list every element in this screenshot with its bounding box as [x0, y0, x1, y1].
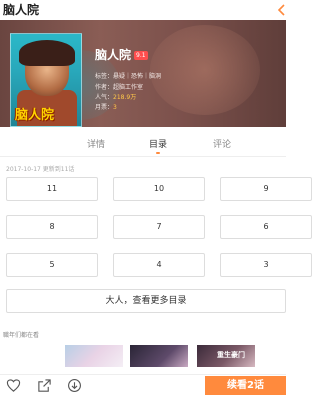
tags-label: 标签：	[95, 73, 114, 80]
recommend-item-title: 重生豪门	[217, 351, 245, 359]
recommend-label: 職年们都在看	[3, 332, 40, 339]
chapter-button[interactable]: 5	[6, 253, 98, 277]
page-title: 脑人院	[3, 3, 40, 17]
active-tab-indicator	[156, 152, 160, 154]
chapter-button[interactable]: 7	[113, 215, 205, 239]
manga-tags: 标签：悬疑｜恐怖｜脑洞	[95, 71, 161, 80]
chapter-button[interactable]: 3	[220, 253, 312, 277]
cover-title-text: 脑人院	[15, 108, 55, 123]
author-value: 超脑工作室	[113, 84, 144, 91]
heart-icon[interactable]	[6, 378, 21, 393]
author-label: 作者：	[95, 84, 114, 91]
manga-monthly-tickets: 月票：3	[95, 102, 117, 111]
popularity-label: 人气：	[95, 94, 114, 101]
monthly-label: 月票：	[95, 104, 114, 111]
manga-popularity: 人气：218.9万	[95, 92, 136, 101]
popularity-value: 218.9万	[113, 94, 137, 101]
monthly-value: 3	[113, 104, 117, 111]
download-icon[interactable]	[67, 378, 82, 393]
hero-background	[150, 25, 260, 115]
top-bar: 脑人院	[0, 0, 286, 20]
continue-reading-button[interactable]: 续看2话	[205, 376, 286, 395]
chapter-button[interactable]: 4	[113, 253, 205, 277]
tab-catalog[interactable]: 目录	[138, 137, 178, 150]
chapter-button[interactable]: 9	[220, 177, 312, 201]
tags-value: 悬疑｜恐怖｜脑洞	[113, 73, 162, 80]
tab-bar: 详情 目录 评论	[0, 127, 286, 157]
view-more-catalog-button[interactable]: 大人，查看更多目录	[6, 289, 286, 313]
update-note: 2017-10-17 更新到11话	[6, 166, 75, 173]
tab-details[interactable]: 详情	[76, 137, 116, 150]
recommend-item[interactable]	[130, 345, 188, 367]
chapter-button[interactable]: 8	[6, 215, 98, 239]
recommend-item[interactable]	[65, 345, 123, 367]
manga-title: 脑人院	[95, 48, 132, 62]
rating-badge: 9.1	[134, 51, 148, 60]
share-icon[interactable]	[37, 378, 52, 393]
manga-cover[interactable]: 脑人院	[10, 33, 82, 127]
manga-info: 脑人院 9.1	[95, 44, 148, 63]
chapter-button[interactable]: 6	[220, 215, 312, 239]
chapter-button[interactable]: 10	[113, 177, 205, 201]
chapter-button[interactable]: 11	[6, 177, 98, 201]
cover-figure-hair	[19, 40, 75, 66]
manga-author: 作者：超脑工作室	[95, 82, 143, 91]
recommend-item[interactable]: 重生豪门	[197, 345, 255, 367]
chevron-left-icon[interactable]	[275, 3, 289, 17]
tab-comments[interactable]: 评论	[202, 137, 242, 150]
